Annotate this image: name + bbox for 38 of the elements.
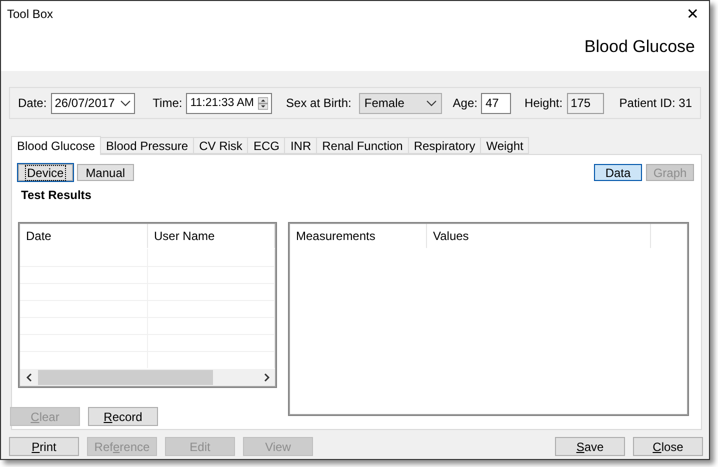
- dropdown-caret-icon[interactable]: [426, 100, 437, 106]
- tab[interactable]: Weight: [480, 137, 530, 154]
- tab[interactable]: Renal Function: [316, 137, 409, 154]
- time-label: Time:: [152, 96, 182, 110]
- dropdown-caret-icon[interactable]: [120, 100, 132, 106]
- tab[interactable]: ECG: [247, 137, 286, 154]
- section-title: Test Results: [21, 188, 92, 202]
- tab[interactable]: Blood Pressure: [100, 137, 194, 154]
- panel-button[interactable]: Record: [88, 407, 158, 426]
- date-label: Date:: [18, 96, 47, 110]
- age-field[interactable]: 47: [481, 92, 511, 114]
- sex-dropdown[interactable]: Female: [359, 92, 442, 114]
- patient-id: Patient ID: 31: [619, 96, 692, 110]
- footer-button[interactable]: Print: [9, 437, 79, 456]
- tab[interactable]: CV Risk: [193, 137, 248, 154]
- height-field[interactable]: 175: [566, 92, 604, 114]
- footer-button[interactable]: Close: [633, 437, 703, 456]
- window-title: Tool Box: [7, 7, 54, 21]
- source-button[interactable]: Device: [18, 164, 73, 181]
- time-field[interactable]: 11:21:33 AM: [186, 92, 272, 114]
- tab[interactable]: Respiratory: [408, 137, 482, 154]
- column-header[interactable]: Values: [427, 224, 651, 248]
- close-button[interactable]: ✕: [682, 5, 703, 23]
- mode-toggle-button[interactable]: Data: [594, 164, 642, 181]
- column-header[interactable]: Measurements: [290, 224, 427, 248]
- age-label: Age:: [452, 96, 478, 110]
- tab[interactable]: INR: [284, 137, 318, 154]
- spinner-icon[interactable]: [258, 94, 268, 112]
- column-header[interactable]: User Name: [148, 224, 275, 248]
- horizontal-scrollbar[interactable]: [20, 369, 275, 386]
- header-title: Blood Glucose: [584, 37, 695, 57]
- height-label: Height:: [524, 96, 563, 110]
- source-button[interactable]: Manual: [76, 164, 134, 181]
- column-header[interactable]: Date: [20, 224, 148, 248]
- footer-button[interactable]: Save: [555, 437, 625, 456]
- tab[interactable]: Blood Glucose: [11, 136, 102, 155]
- sex-label: Sex at Birth:: [286, 96, 352, 110]
- date-picker[interactable]: 26/07/2017: [50, 92, 136, 114]
